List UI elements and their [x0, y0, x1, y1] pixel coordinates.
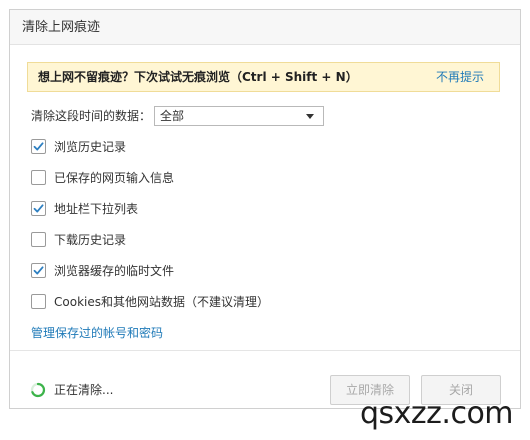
- time-range-label: 清除这段时间的数据：: [31, 109, 152, 123]
- dont-show-again-link[interactable]: 不再提示: [436, 63, 484, 91]
- time-range-value: 全部: [160, 109, 185, 123]
- footer-divider: [10, 350, 520, 351]
- checkmark-icon: [33, 204, 44, 213]
- site-watermark: qsxzz.com: [360, 396, 514, 431]
- option-label: 下载历史记录: [54, 233, 127, 247]
- incognito-tip-bar: 想上网不留痕迹？下次试试无痕浏览（Ctrl + Shift + N） 不再提示: [27, 62, 500, 92]
- clear-traces-dialog: 清除上网痕迹 想上网不留痕迹？下次试试无痕浏览（Ctrl + Shift + N…: [9, 9, 521, 409]
- option-label: 地址栏下拉列表: [54, 202, 139, 216]
- time-range-row: 清除这段时间的数据： 全部: [31, 106, 324, 126]
- checkbox-checked[interactable]: [31, 201, 46, 216]
- chevron-down-icon: [306, 114, 314, 119]
- checkbox-checked[interactable]: [31, 139, 46, 154]
- option-label: 浏览器缓存的临时文件: [54, 264, 175, 278]
- dialog-title: 清除上网痕迹: [10, 10, 520, 45]
- manage-saved-accounts-link[interactable]: 管理保存过的帐号和密码: [31, 324, 163, 341]
- option-label: Cookies和其他网站数据（不建议清理）: [54, 295, 269, 309]
- loading-spinner-icon: [30, 382, 46, 398]
- incognito-tip-text: 想上网不留痕迹？下次试试无痕浏览（Ctrl + Shift + N）: [38, 70, 358, 84]
- checkbox[interactable]: [31, 170, 46, 185]
- checkmark-icon: [33, 142, 44, 151]
- option-label: 已保存的网页输入信息: [54, 171, 175, 185]
- checkbox-checked[interactable]: [31, 263, 46, 278]
- checkmark-icon: [33, 266, 44, 275]
- option-label: 浏览历史记录: [54, 140, 127, 154]
- status-text: 正在清除...: [54, 383, 114, 397]
- time-range-select[interactable]: 全部: [154, 106, 324, 126]
- checkbox[interactable]: [31, 294, 46, 309]
- checkbox[interactable]: [31, 232, 46, 247]
